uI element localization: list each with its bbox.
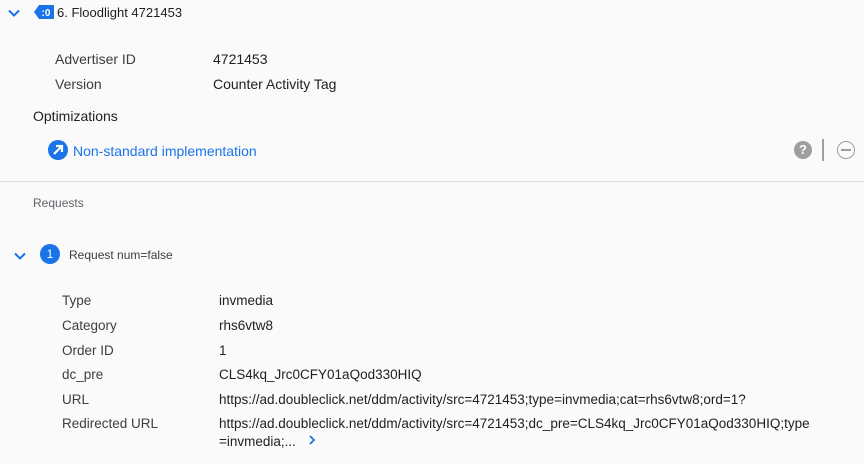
chevron-right-icon[interactable]	[307, 433, 317, 450]
help-icon[interactable]: ?	[794, 141, 812, 159]
chevron-down-icon[interactable]	[7, 6, 21, 20]
category-label: Category	[62, 318, 117, 333]
tag-title: 6. Floodlight 4721453	[57, 5, 183, 20]
dc-pre-label: dc_pre	[62, 367, 104, 382]
redirected-url-value-line2: =invmedia;...	[219, 434, 296, 449]
optimizations-title: Optimizations	[33, 108, 118, 124]
dc-pre-value: CLS4kq_Jrc0CFY01aQod330HIQ	[219, 367, 422, 382]
redirected-url-value: https://ad.doubleclick.net/ddm/activity/…	[219, 416, 810, 431]
type-value: invmedia	[219, 293, 274, 308]
minus-circle-icon[interactable]	[837, 141, 855, 159]
order-id-label: Order ID	[62, 343, 114, 358]
url-value: https://ad.doubleclick.net/ddm/activity/…	[219, 392, 746, 407]
type-label: Type	[62, 293, 92, 308]
request-number-badge: 1	[40, 244, 60, 264]
section-divider	[0, 181, 864, 182]
version-label: Version	[55, 76, 102, 92]
non-standard-implementation-link[interactable]: Non-standard implementation	[73, 143, 257, 159]
url-label: URL	[62, 392, 90, 407]
version-value: Counter Activity Tag	[213, 76, 337, 92]
category-value: rhs6vtw8	[219, 318, 274, 333]
advertiser-id-label: Advertiser ID	[55, 51, 136, 67]
svg-text::0: :0	[42, 8, 51, 19]
chevron-down-icon[interactable]	[13, 249, 27, 263]
advertiser-id-value: 4721453	[213, 51, 268, 67]
requests-title: Requests	[33, 196, 84, 210]
tag-icon: :0	[33, 4, 55, 20]
order-id-value: 1	[219, 343, 227, 358]
arrow-up-right-icon	[48, 140, 68, 160]
divider	[822, 139, 824, 161]
redirected-url-label: Redirected URL	[62, 416, 159, 431]
request-title[interactable]: Request num=false	[69, 248, 173, 262]
